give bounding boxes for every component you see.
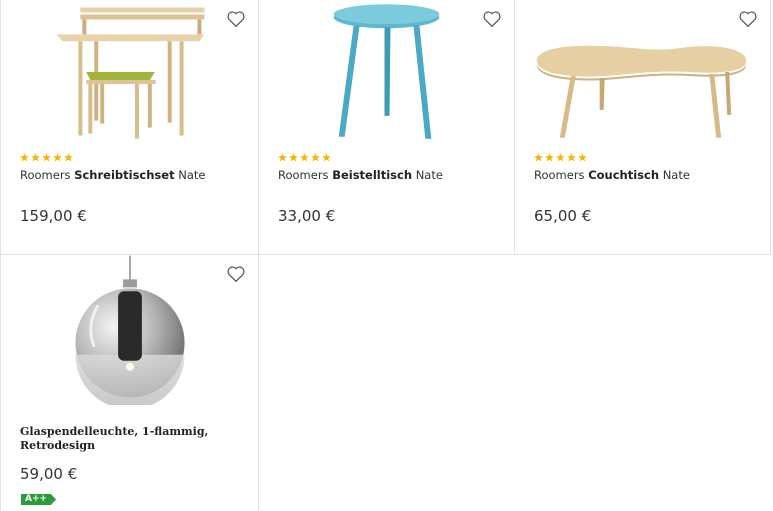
product-title[interactable]: Roomers Schreibtischset Nate <box>20 168 245 183</box>
star-icon <box>20 153 29 162</box>
star-icon <box>64 153 73 162</box>
product-brand: Roomers <box>534 168 585 182</box>
star-icon <box>289 153 298 162</box>
product-name: Schreibtischset <box>74 168 175 182</box>
star-icon <box>53 153 62 162</box>
wishlist-heart-icon[interactable] <box>482 10 502 28</box>
product-card-coffee-table[interactable]: Roomers Couchtisch Nate 65,00 € <box>515 0 771 255</box>
wishlist-heart-icon[interactable] <box>226 10 246 28</box>
star-icon <box>556 153 565 162</box>
side-table-image[interactable] <box>259 0 514 150</box>
star-icon <box>300 153 309 162</box>
product-name: Beistelltisch <box>332 168 413 182</box>
product-title[interactable]: Glaspendelleuchte, 1-flammig, Retrodesig… <box>20 425 245 453</box>
rating-stars <box>20 153 73 162</box>
wishlist-heart-icon[interactable] <box>226 265 246 283</box>
rating-stars <box>534 153 587 162</box>
star-icon <box>42 153 51 162</box>
product-title[interactable]: Roomers Beistelltisch Nate <box>278 168 503 183</box>
coffee-table-image[interactable] <box>515 0 770 150</box>
product-price: 33,00 € <box>278 207 336 225</box>
product-card-pendant-lamp[interactable]: Glaspendelleuchte, 1-flammig, Retrodesig… <box>0 255 259 511</box>
wishlist-heart-icon[interactable] <box>738 10 758 28</box>
product-price: 59,00 € <box>20 465 78 483</box>
star-icon <box>31 153 40 162</box>
product-suffix: Nate <box>662 168 690 182</box>
rating-stars <box>278 153 331 162</box>
product-title[interactable]: Roomers Couchtisch Nate <box>534 168 759 183</box>
product-name: Couchtisch <box>588 168 660 182</box>
product-grid: Roomers Schreibtischset Nate 159,00 € Ro… <box>0 0 773 511</box>
product-brand: Roomers <box>278 168 329 182</box>
star-icon <box>278 153 287 162</box>
product-suffix: Nate <box>415 168 443 182</box>
star-icon <box>578 153 587 162</box>
star-icon <box>322 153 331 162</box>
energy-label-badge[interactable]: A++ <box>21 494 57 505</box>
product-price: 65,00 € <box>534 207 592 225</box>
star-icon <box>534 153 543 162</box>
star-icon <box>311 153 320 162</box>
product-card-side-table[interactable]: Roomers Beistelltisch Nate 33,00 € <box>259 0 515 255</box>
product-card-desk-set[interactable]: Roomers Schreibtischset Nate 159,00 € <box>0 0 259 255</box>
desk-set-image[interactable] <box>1 0 258 150</box>
product-suffix: Nate <box>178 168 206 182</box>
star-icon <box>567 153 576 162</box>
star-icon <box>545 153 554 162</box>
pendant-lamp-image[interactable] <box>1 255 258 405</box>
product-brand: Roomers <box>20 168 71 182</box>
product-price: 159,00 € <box>20 207 87 225</box>
